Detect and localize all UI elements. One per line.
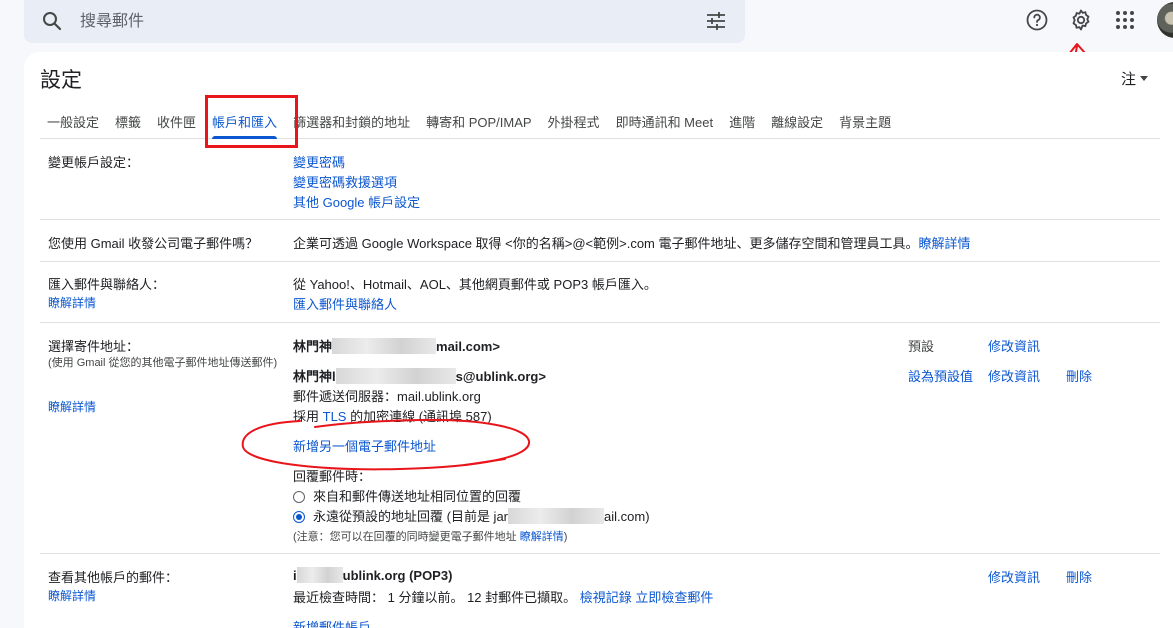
tab-forwarding-pop-imap[interactable]: 轉寄和 POP/IMAP	[418, 104, 539, 138]
radio-button[interactable]	[293, 491, 305, 503]
gear-icon[interactable]	[1067, 6, 1095, 34]
reply-note-end: )	[563, 531, 568, 543]
tab-accounts-import[interactable]: 帳戶和匯入	[204, 104, 285, 139]
make-default-link[interactable]: 設為預設值	[908, 366, 973, 385]
redacted-block	[332, 338, 437, 354]
search-input[interactable]	[80, 8, 640, 32]
settings-tabs: 一般設定 標籤 收件匣 帳戶和匯入 篩選器和封鎖的地址 轉寄和 POP/IMAP…	[40, 104, 1160, 139]
last-check-status: 最近檢查時間： 1 分鐘以前。 12 封郵件已擷取。	[293, 590, 577, 605]
settings-panel: 設定 注 一般設定 標籤 收件匣 帳戶和匯入 篩選器和封鎖的地址 轉寄和 POP…	[24, 52, 1173, 628]
row-label: 您使用 Gmail 收發公司電子郵件嗎？	[48, 236, 259, 251]
edit-info-link-2[interactable]: 修改資訊	[988, 366, 1040, 385]
radio-button-selected[interactable]	[293, 511, 305, 523]
row-send-as: 選擇寄件地址： (使用 Gmail 從您的其他電子郵件地址傳送郵件) 瞭解詳情 …	[40, 323, 1160, 554]
workspace-learn-more-link[interactable]: 瞭解詳情	[919, 236, 971, 251]
send-as-learn-more-link[interactable]: 瞭解詳情	[48, 398, 96, 415]
change-password-link[interactable]: 變更密碼	[293, 152, 345, 171]
check-now-link[interactable]: 立即檢查郵件	[635, 590, 713, 605]
row-import: 匯入郵件與聯絡人： 瞭解詳情 從 Yahoo!、Hotmail、AOL、其他網頁…	[40, 262, 1160, 323]
tab-filters[interactable]: 篩選器和封鎖的地址	[285, 104, 418, 138]
reply-option-label: 來自和郵件傳送地址相同位置的回覆	[313, 489, 522, 504]
send-as-note: (使用 Gmail 從您的其他電子郵件地址傳送郵件)	[48, 357, 278, 369]
avatar[interactable]	[1157, 2, 1173, 38]
tab-labels[interactable]: 標籤	[107, 104, 149, 138]
redacted-block	[335, 368, 456, 384]
address-domain: s@ublink.org>	[455, 369, 546, 384]
reply-option-same[interactable]: 來自和郵件傳送地址相同位置的回覆	[293, 486, 521, 505]
workspace-text: 企業可透過 Google Workspace 取得 <你的名稱>@<範例>.co…	[293, 233, 971, 252]
row-change-account: 變更帳戶設定： 變更密碼 變更密碼救援選項 其他 Google 帳戶設定	[40, 140, 1160, 220]
delete-account-link[interactable]: 刪除	[1066, 567, 1092, 586]
pop3-account: i ublink.org (POP3)	[293, 567, 452, 583]
tab-addons[interactable]: 外掛程式	[540, 104, 608, 138]
edit-info-link-3[interactable]: 修改資訊	[988, 567, 1040, 586]
check-mail-learn-more-link[interactable]: 瞭解詳情	[48, 587, 96, 604]
change-recovery-link[interactable]: 變更密碼救援選項	[293, 172, 397, 191]
apps-grid-icon[interactable]	[1111, 6, 1139, 34]
last-check-text: 最近檢查時間： 1 分鐘以前。 12 封郵件已擷取。 檢視記錄 立即檢查郵件	[293, 587, 713, 606]
tab-chat-meet[interactable]: 即時通訊和 Meet	[608, 104, 722, 138]
reply-note-learn-more-link[interactable]: 瞭解詳情	[520, 531, 564, 543]
reply-option-label: 永遠從預設的地址回覆 (目前是 jar	[313, 509, 509, 524]
default-label: 預設	[908, 339, 935, 354]
redacted-block	[508, 508, 605, 524]
tab-offline[interactable]: 離線設定	[763, 104, 831, 138]
tls-text: 採用 TLS 的加密連線 (通訊埠 587)	[293, 406, 492, 425]
input-tools-menu[interactable]: 注	[1121, 68, 1149, 89]
tab-general[interactable]: 一般設定	[40, 104, 107, 138]
add-mail-account-link[interactable]: 新增郵件帳戶	[293, 617, 371, 628]
tab-inbox[interactable]: 收件匣	[149, 104, 204, 138]
view-history-link[interactable]: 檢視記錄	[580, 590, 632, 605]
workspace-desc: 企業可透過 Google Workspace 取得 <你的名稱>@<範例>.co…	[293, 236, 919, 251]
help-icon[interactable]	[1023, 6, 1051, 34]
page-title: 設定	[40, 69, 82, 92]
import-learn-more-link[interactable]: 瞭解詳情	[48, 294, 96, 311]
send-as-address-1: 林門神 mail.com>	[293, 336, 500, 355]
tab-advanced[interactable]: 進階	[721, 104, 763, 138]
add-another-address-link[interactable]: 新增另一個電子郵件地址	[293, 436, 436, 455]
edit-info-link-1[interactable]: 修改資訊	[988, 336, 1040, 355]
address-name: 林門神l	[293, 369, 336, 384]
tls-post: 的加密連線 (通訊埠 587)	[346, 409, 492, 424]
reply-option-label-end: ail.com)	[604, 509, 650, 524]
send-as-address-2: 林門神l s@ublink.org>	[293, 366, 546, 385]
import-desc: 從 Yahoo!、Hotmail、AOL、其他網頁郵件或 POP3 帳戶匯入。	[293, 277, 657, 292]
smtp-server-text: 郵件遞送伺服器：mail.ublink.org	[293, 389, 481, 404]
caret-down-icon	[1140, 76, 1149, 81]
redacted-block	[296, 567, 343, 583]
import-mail-contacts-link[interactable]: 匯入郵件與聯絡人	[293, 294, 397, 313]
account-suffix: ublink.org (POP3)	[342, 568, 453, 583]
row-workspace: 您使用 Gmail 收發公司電子郵件嗎？ 企業可透過 Google Worksp…	[40, 221, 1160, 262]
row-label: 選擇寄件地址：	[48, 339, 140, 354]
reply-label: 回覆郵件時：	[293, 469, 372, 484]
other-google-settings-link[interactable]: 其他 Google 帳戶設定	[293, 192, 420, 211]
delete-link[interactable]: 刪除	[1066, 366, 1092, 385]
tls-link[interactable]: TLS	[323, 409, 347, 424]
address-name: 林門神	[293, 339, 333, 354]
search-icon[interactable]	[40, 9, 64, 33]
row-label: 查看其他帳戶的郵件：	[48, 570, 179, 585]
tls-pre: 採用	[293, 409, 323, 424]
reply-note: (注意：您可以在回覆的同時變更電子郵件地址 瞭解詳情)	[293, 528, 567, 544]
input-tools-label: 注	[1121, 70, 1137, 88]
reply-note-text: (注意：您可以在回覆的同時變更電子郵件地址	[293, 531, 520, 543]
reply-option-default[interactable]: 永遠從預設的地址回覆 (目前是 jar ail.com)	[293, 506, 650, 525]
search-options-icon[interactable]	[704, 9, 728, 33]
row-check-mail: 查看其他帳戶的郵件： 瞭解詳情 i ublink.org (POP3) 最近檢查時…	[40, 554, 1160, 628]
address-domain: mail.com>	[436, 339, 500, 354]
row-label: 匯入郵件與聯絡人：	[48, 277, 166, 292]
tab-themes[interactable]: 背景主題	[831, 104, 899, 138]
row-label: 變更帳戶設定：	[48, 155, 140, 170]
